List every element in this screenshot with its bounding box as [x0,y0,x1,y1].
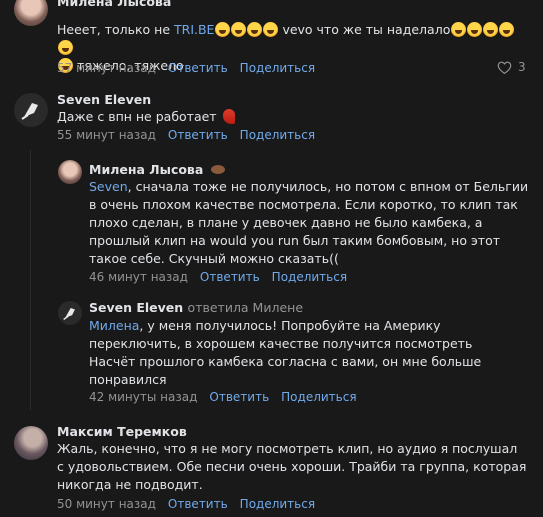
comment-meta: 46 минут назад Ответить Поделиться [89,270,347,284]
comment-author[interactable]: Милена Лысова [89,162,225,177]
comment-text-part: Даже с впн не работает [57,109,217,124]
comment-text-part: vevo что же ты наделало [278,22,451,37]
author-name[interactable]: Seven Eleven [89,300,183,315]
fearful-face-emoji-icon [450,22,466,37]
reply-button[interactable]: Ответить [209,390,269,404]
author-name[interactable]: Милена Лысова [89,162,203,177]
fearful-face-emoji-icon [246,22,262,37]
fearful-face-emoji-icon [230,22,246,37]
hashtag-link[interactable]: TRI.BE [174,22,214,37]
cookie-emoji-icon [210,165,225,174]
bird-avatar-icon [63,308,75,320]
share-button[interactable]: Поделиться [281,390,356,404]
share-button[interactable]: Поделиться [240,61,315,75]
dancer-emoji-icon [222,109,235,124]
comment-author[interactable]: Seven Eleven ответила Милене [89,300,303,315]
timestamp[interactable]: 46 минут назад [89,270,188,284]
avatar[interactable] [14,93,48,127]
comment-text: Даже с впн не работает [57,108,527,126]
reply-button[interactable]: Ответить [168,128,228,142]
fearful-face-emoji-icon [57,40,73,55]
comment-meta: 50 минут назад Ответить Поделиться [57,497,315,511]
timestamp[interactable]: 55 минут назад [57,128,156,142]
fearful-face-emoji-icon [498,22,514,37]
share-button[interactable]: Поделиться [240,497,315,511]
reply-button[interactable]: Ответить [200,270,260,284]
comment-text-part: , у меня получилось! Попробуйте на Амери… [89,318,473,351]
share-button[interactable]: Поделиться [272,270,347,284]
reply-button[interactable]: Ответить [168,61,228,75]
heart-icon [497,61,512,74]
avatar[interactable] [14,426,48,460]
comment-text-part: Нееет, только не [57,22,174,37]
fearful-face-emoji-icon [466,22,482,37]
avatar[interactable] [14,0,48,26]
timestamp[interactable]: 50 минут назад [57,497,156,511]
comment-author[interactable]: Максим Теремков [57,424,187,439]
comment-meta: 57 минут назад Ответить Поделиться [57,61,315,75]
bird-avatar-icon [21,103,38,120]
timestamp[interactable]: 57 минут назад [57,61,156,75]
comment-text-part: , сначала тоже не получилось, но потом с… [89,179,529,266]
like-button[interactable]: 3 [497,60,526,74]
replied-to-label[interactable]: ответила Милене [188,300,303,315]
avatar[interactable] [58,160,82,184]
comment-meta: 55 минут назад Ответить Поделиться [57,128,315,142]
mention-link[interactable]: Милена [89,318,139,333]
comment-author[interactable]: Милена Лысова [57,0,171,9]
like-count: 3 [518,60,526,74]
fearful-face-emoji-icon [262,22,278,37]
timestamp[interactable]: 42 минуты назад [89,390,197,404]
thread-line [30,150,31,410]
comment-text: Жаль, конечно, что я не могу посмотреть … [57,440,527,494]
mention-link[interactable]: Seven [89,179,128,194]
share-button[interactable]: Поделиться [240,128,315,142]
fearful-face-emoji-icon [214,22,230,37]
comment-text-part: Насчёт прошлого камбека согласна с вами,… [89,354,482,387]
comment-meta: 42 минуты назад Ответить Поделиться [89,390,357,404]
reply-button[interactable]: Ответить [168,497,228,511]
comment-text: Милена, у меня получилось! Попробуйте на… [89,317,529,389]
fearful-face-emoji-icon [482,22,498,37]
avatar[interactable] [58,301,82,325]
comment-text: Seven, сначала тоже не получилось, но по… [89,178,529,268]
comment-author[interactable]: Seven Eleven [57,92,151,107]
comment-text-part: Жаль, конечно, что я не могу посмотреть … [57,441,527,492]
